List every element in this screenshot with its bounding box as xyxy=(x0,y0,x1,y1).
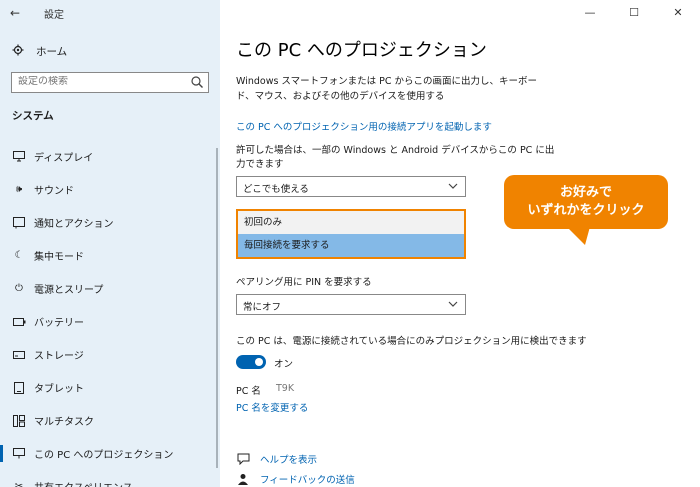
sidebar-item-label: タブレット xyxy=(34,384,84,395)
sidebar-item-tablet[interactable]: タブレット xyxy=(0,371,220,404)
maximize-button[interactable]: ☐ xyxy=(612,0,656,24)
option-every-time[interactable]: 毎回接続を要求する xyxy=(238,234,464,257)
callout-line-2: いずれかをクリック xyxy=(527,203,645,218)
sidebar-item-label: 通知とアクション xyxy=(34,219,114,230)
power-icon: ⏻ xyxy=(15,283,23,294)
minimize-button[interactable]: — xyxy=(568,0,612,24)
sidebar-item-label: サウンド xyxy=(34,186,74,197)
section-heading: システム xyxy=(12,110,54,122)
focus-icon: ☾ xyxy=(14,250,24,261)
page-description: Windows スマートフォンまたは PC からこの画面に出力し、キーボード、マ… xyxy=(236,76,538,102)
sidebar-item-notifications[interactable]: 通知とアクション xyxy=(0,206,220,239)
sidebar-item-label: ディスプレイ xyxy=(34,153,94,164)
projection-icon xyxy=(12,447,26,461)
pc-name-value: T9K xyxy=(276,383,295,394)
power-only-toggle[interactable] xyxy=(236,355,266,369)
home-label: ホーム xyxy=(36,45,68,58)
page-title: この PC へのプロジェクション xyxy=(236,40,487,61)
help-row[interactable]: ヘルプを表示 xyxy=(236,452,317,466)
window-title: 設定 xyxy=(44,10,64,21)
toggle-state-label: オン xyxy=(274,359,294,370)
search-box[interactable] xyxy=(11,72,209,93)
display-icon xyxy=(12,150,26,164)
main-content: — ☐ ✕ この PC へのプロジェクション Windows スマートフォンまた… xyxy=(220,0,700,487)
allow-label: 許可した場合は、一部の Windows と Android デバイスからこの P… xyxy=(236,145,555,170)
share-icon: ✂ xyxy=(14,481,24,487)
sidebar-item-label: バッテリー xyxy=(34,318,84,329)
multitask-icon xyxy=(12,414,26,428)
callout-line-1: お好みで xyxy=(559,185,612,200)
sidebar-item-label: 集中モード xyxy=(34,252,84,263)
sidebar-item-sound[interactable]: 🕪 サウンド xyxy=(0,173,220,206)
sidebar-item-power[interactable]: ⏻ 電源とスリープ xyxy=(0,272,220,305)
sidebar-item-label: マルチタスク xyxy=(34,417,94,428)
sidebar-scrollbar[interactable] xyxy=(216,148,218,468)
notification-icon xyxy=(12,216,26,230)
sidebar-item-home[interactable]: ホーム xyxy=(12,43,67,59)
back-arrow-icon[interactable]: ← xyxy=(10,6,20,20)
sidebar-item-label: 電源とスリープ xyxy=(34,285,104,296)
sidebar-item-label: この PC へのプロジェクション xyxy=(34,450,174,461)
sound-icon: 🕪 xyxy=(15,184,23,195)
battery-icon xyxy=(12,315,26,329)
chevron-down-icon xyxy=(447,298,459,310)
sidebar: ← 設定 ホーム システム ディスプレイ 🕪 サウンド 通知とアクション ☾ 集… xyxy=(0,0,220,487)
title-bar: ← 設定 xyxy=(0,0,220,26)
feedback-icon xyxy=(236,472,250,486)
instruction-callout: お好みで いずれかをクリック xyxy=(504,175,668,229)
sidebar-item-battery[interactable]: バッテリー xyxy=(0,305,220,338)
window-controls: — ☐ ✕ xyxy=(568,0,700,26)
search-input[interactable] xyxy=(18,76,188,87)
sidebar-item-label: ストレージ xyxy=(34,351,84,362)
help-link[interactable]: ヘルプを表示 xyxy=(260,452,317,466)
allow-dropdown[interactable]: どこでも使える xyxy=(236,176,466,197)
toggle-knob xyxy=(255,358,263,366)
sidebar-item-multitask[interactable]: マルチタスク xyxy=(0,404,220,437)
sidebar-item-storage[interactable]: ストレージ xyxy=(0,338,220,371)
pin-dropdown-value: 常にオフ xyxy=(243,302,282,313)
sidebar-item-focus[interactable]: ☾ 集中モード xyxy=(0,239,220,272)
sidebar-item-display[interactable]: ディスプレイ xyxy=(0,140,220,173)
option-first-time[interactable]: 初回のみ xyxy=(238,211,464,234)
sidebar-nav: ディスプレイ 🕪 サウンド 通知とアクション ☾ 集中モード ⏻ 電源とスリープ… xyxy=(0,140,220,487)
request-mode-options: 初回のみ 毎回接続を要求する xyxy=(236,209,466,259)
search-icon[interactable] xyxy=(190,75,204,89)
chevron-down-icon xyxy=(447,180,459,192)
gear-icon xyxy=(12,44,28,59)
feedback-link[interactable]: フィードバックの送信 xyxy=(260,472,355,486)
rename-pc-link[interactable]: PC 名を変更する xyxy=(236,400,308,414)
help-icon xyxy=(236,452,250,466)
close-button[interactable]: ✕ xyxy=(656,0,700,24)
tablet-icon xyxy=(12,381,26,395)
allow-dropdown-value: どこでも使える xyxy=(243,184,309,195)
sidebar-item-projection[interactable]: この PC へのプロジェクション xyxy=(0,437,220,470)
power-only-label: この PC は、電源に接続されている場合にのみプロジェクション用に検出できます xyxy=(236,336,587,347)
storage-icon xyxy=(12,348,26,362)
pin-label: ペアリング用に PIN を要求する xyxy=(236,277,372,288)
pin-dropdown[interactable]: 常にオフ xyxy=(236,294,466,315)
pc-name-label: PC 名 xyxy=(236,386,261,397)
launch-connect-app-link[interactable]: この PC へのプロジェクション用の接続アプリを起動します xyxy=(236,119,492,133)
feedback-row[interactable]: フィードバックの送信 xyxy=(236,472,355,486)
sidebar-item-share[interactable]: ✂ 共有エクスペリエンス xyxy=(0,470,220,487)
sidebar-item-label: 共有エクスペリエンス xyxy=(34,479,133,487)
